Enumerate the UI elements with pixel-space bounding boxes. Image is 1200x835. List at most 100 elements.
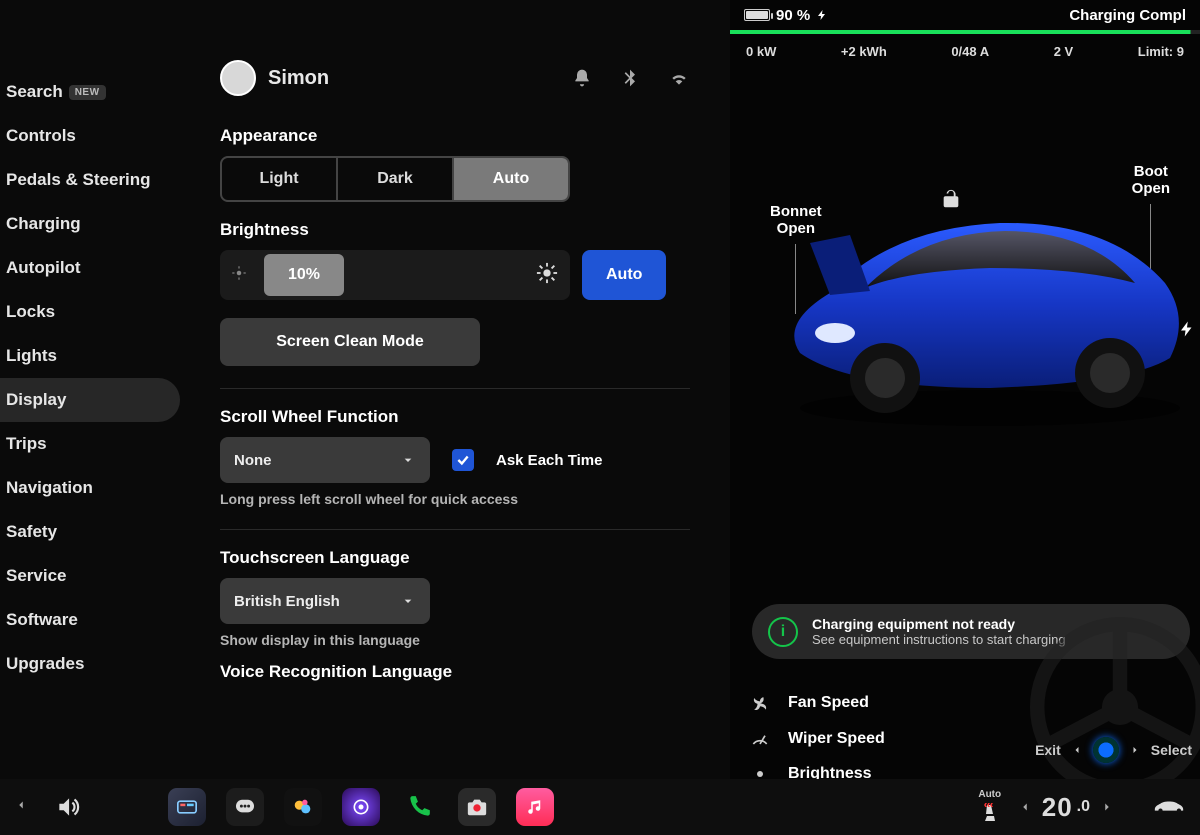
sidebar-item-upgrades[interactable]: Upgrades (0, 642, 180, 686)
brightness-slider[interactable]: 10% (220, 250, 570, 300)
battery-icon (744, 9, 770, 21)
scroll-wheel-hint: Long press left scroll wheel for quick a… (220, 491, 690, 507)
chevron-left-icon (1071, 744, 1083, 756)
brightness-title: Brightness (220, 220, 690, 240)
brightness-high-icon (536, 262, 558, 289)
cabin-temp-int[interactable]: 20 (1042, 792, 1073, 823)
quick-setting-fan[interactable]: Fan Speed (730, 685, 1200, 721)
touch-lang-hint: Show display in this language (220, 632, 690, 648)
ask-each-time-label: Ask Each Time (496, 452, 602, 469)
appearance-option-dark[interactable]: Dark (338, 158, 454, 200)
sidebar-item-display[interactable]: Display (0, 378, 180, 422)
phone-icon (406, 794, 432, 820)
sidebar-item-trips[interactable]: Trips (0, 422, 180, 466)
screen-clean-label: Screen Clean Mode (276, 333, 424, 351)
sidebar-item-safety[interactable]: Safety (0, 510, 180, 554)
sidebar-item-service[interactable]: Service (0, 554, 180, 598)
chevron-down-icon (400, 452, 416, 468)
scroll-wheel-select[interactable]: None (220, 437, 430, 483)
sidebar-item-label: Autopilot (6, 258, 81, 277)
profile-name[interactable]: Simon (268, 67, 329, 90)
stat-voltage: 2 V (1054, 44, 1074, 59)
appearance-option-auto[interactable]: Auto (454, 158, 568, 200)
divider (220, 529, 690, 530)
sidebar-item-lights[interactable]: Lights (0, 334, 180, 378)
sidebar-item-label: Safety (6, 522, 57, 541)
dock-prev-button[interactable] (14, 798, 28, 817)
temp-down-button[interactable] (1018, 800, 1032, 814)
exit-label[interactable]: Exit (1035, 742, 1061, 758)
car-render (770, 173, 1190, 433)
dock-app-messages[interactable] (226, 788, 264, 826)
brightness-auto-label: Auto (606, 266, 642, 284)
wifi-icon[interactable] (668, 68, 690, 88)
sidebar-item-label: Charging (6, 214, 81, 233)
dock-app-1[interactable] (168, 788, 206, 826)
sidebar-item-pedals-steering[interactable]: Pedals & Steering (0, 158, 180, 202)
quick-setting-label: Wiper Speed (788, 730, 885, 748)
temp-up-button[interactable] (1100, 800, 1114, 814)
car-visualization[interactable]: Bonnet Open Boot Open (730, 63, 1200, 835)
bottom-dock: Auto 20.0 (0, 779, 1200, 835)
sidebar-item-locks[interactable]: Locks (0, 290, 180, 334)
sidebar-item-label: Trips (6, 434, 47, 453)
charge-stats: 0 kW +2 kWh 0/48 A 2 V Limit: 9 (730, 34, 1200, 63)
battery-indicator[interactable]: 90 % (744, 7, 828, 24)
voice-lang-title: Voice Recognition Language (220, 662, 690, 682)
dock-app-music[interactable] (516, 788, 554, 826)
dock-app-phone[interactable] (400, 788, 438, 826)
sidebar-item-navigation[interactable]: Navigation (0, 466, 180, 510)
seat-auto-label: Auto (978, 789, 1001, 800)
badge-new: NEW (69, 85, 106, 100)
alert-line1: Charging equipment not ready (812, 616, 1066, 632)
dock-app-toybox[interactable] (284, 788, 322, 826)
ask-each-time-checkbox[interactable] (452, 449, 474, 471)
scrollwheel-exit-select: Exit Select (1035, 737, 1192, 763)
scrollwheel-indicator-icon (1093, 737, 1119, 763)
charge-status-title: Charging Compl (1069, 7, 1186, 24)
chevron-down-icon (400, 593, 416, 609)
appearance-option-light[interactable]: Light (222, 158, 338, 200)
camera-icon (466, 796, 488, 818)
dock-app-dashcam[interactable] (342, 788, 380, 826)
seat-heater-button[interactable]: Auto (978, 789, 1002, 825)
select-label[interactable]: Select (1151, 742, 1192, 758)
profile-avatar-icon[interactable] (220, 60, 256, 96)
bolt-icon (816, 8, 828, 22)
bluetooth-icon[interactable] (620, 68, 640, 88)
seg-label: Auto (493, 170, 529, 188)
stat-energy: +2 kWh (841, 44, 887, 59)
volume-button[interactable] (48, 787, 88, 827)
sidebar-search[interactable]: Search NEW (0, 70, 180, 114)
scroll-wheel-title: Scroll Wheel Function (220, 407, 690, 427)
sidebar-item-charging[interactable]: Charging (0, 202, 180, 246)
volume-icon (55, 794, 81, 820)
sidebar-item-label: Controls (6, 126, 76, 145)
brightness-thumb[interactable]: 10% (264, 254, 344, 296)
charging-panel: 90 % Charging Compl 0 kW +2 kWh 0/48 A 2… (730, 0, 1200, 835)
touch-lang-value: British English (234, 593, 340, 610)
climate-controls: Auto 20.0 (978, 789, 1186, 825)
brightness-auto-button[interactable]: Auto (582, 250, 666, 300)
sidebar-item-autopilot[interactable]: Autopilot (0, 246, 180, 290)
dock-app-camera[interactable] (458, 788, 496, 826)
stat-current: 0/48 A (951, 44, 989, 59)
battery-percent: 90 % (776, 7, 810, 24)
car-icon (1152, 795, 1186, 815)
settings-sidebar: Search NEW Controls Pedals & Steering Ch… (0, 40, 180, 835)
settings-main: Simon Appearance Light Dark Auto Brightn… (180, 40, 730, 835)
alert-line2: See equipment instructions to start char… (812, 632, 1066, 647)
brightness-low-icon (230, 264, 248, 287)
appearance-title: Appearance (220, 126, 690, 146)
stat-power: 0 kW (746, 44, 776, 59)
chat-icon (234, 798, 256, 816)
sidebar-item-label: Pedals & Steering (6, 170, 151, 189)
sidebar-item-controls[interactable]: Controls (0, 114, 180, 158)
seg-label: Light (259, 170, 298, 188)
sidebar-item-software[interactable]: Software (0, 598, 180, 642)
settings-panel: Search NEW Controls Pedals & Steering Ch… (0, 0, 730, 835)
screen-clean-button[interactable]: Screen Clean Mode (220, 318, 480, 366)
bell-icon[interactable] (572, 68, 592, 88)
touch-lang-select[interactable]: British English (220, 578, 430, 624)
dock-car-button[interactable] (1152, 795, 1186, 820)
